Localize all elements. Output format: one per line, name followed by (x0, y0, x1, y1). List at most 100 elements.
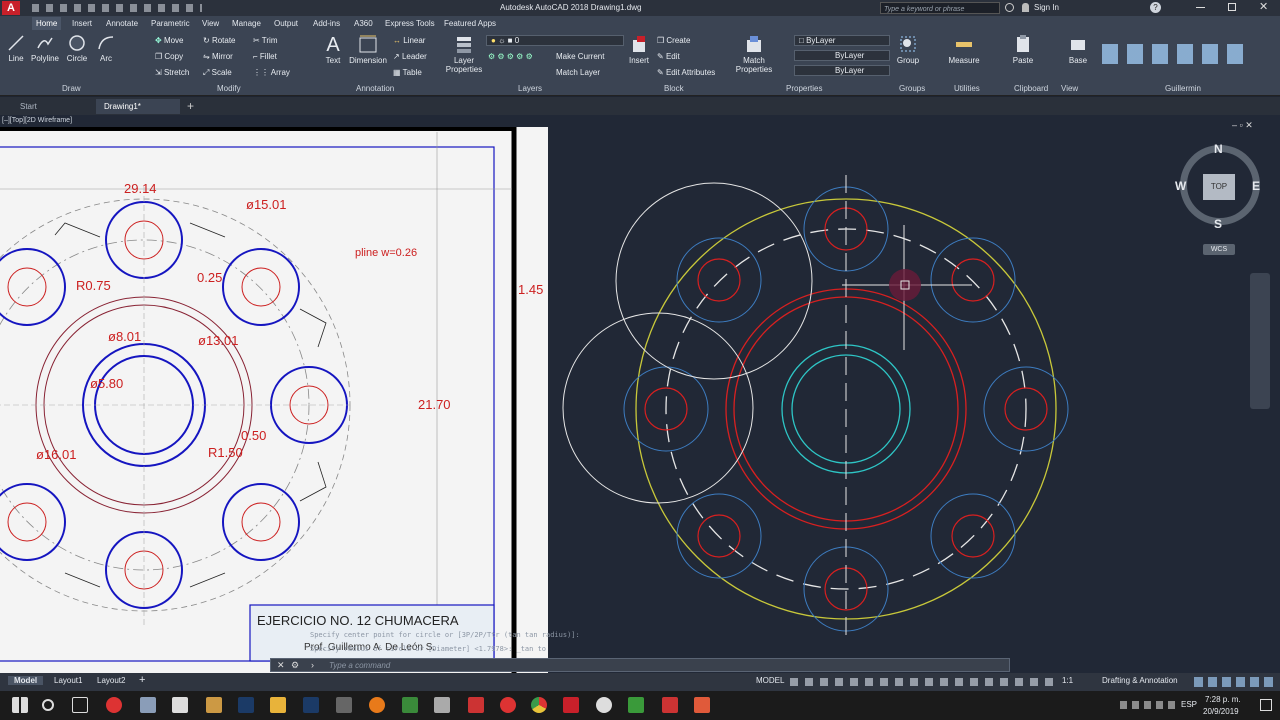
view-panel-label[interactable]: View (1061, 84, 1078, 93)
task-view-icon[interactable] (72, 697, 88, 713)
command-line[interactable]: ✕ ⚙ › Type a command (270, 658, 1010, 672)
close-command-icon[interactable]: ✕ (277, 660, 285, 671)
make-current-button[interactable]: Make Current (556, 52, 604, 61)
table-button[interactable]: ▦ Table (393, 68, 422, 77)
app-icon-11[interactable] (694, 697, 710, 713)
polyline-button[interactable]: Polyline (28, 34, 62, 63)
tab-manage[interactable]: Manage (228, 17, 265, 30)
edit-attributes-button[interactable]: ✎ Edit Attributes (657, 68, 715, 77)
group-button[interactable]: Group (896, 34, 920, 65)
base-button[interactable]: Base (1066, 34, 1090, 65)
wrench-icon[interactable]: ⚙ (291, 660, 299, 671)
drafting-tools-icons[interactable] (790, 678, 1060, 686)
app-icon-10[interactable] (596, 697, 612, 713)
clock-time[interactable]: 7:28 p. m. (1205, 695, 1241, 704)
minimize-button[interactable] (1196, 7, 1205, 8)
lineweight-dropdown[interactable]: ByLayer (794, 65, 890, 76)
paste-button[interactable]: Paste (1010, 34, 1036, 65)
windows-start-icon[interactable] (12, 697, 28, 713)
file-explorer-icon[interactable] (270, 697, 286, 713)
system-tray-icons[interactable] (1120, 701, 1180, 709)
tab-start[interactable]: Start (12, 99, 92, 114)
app-icon-1[interactable] (106, 697, 122, 713)
rotate-button[interactable]: ↻ Rotate (203, 36, 236, 45)
insert-button[interactable]: Insert (627, 34, 651, 65)
copy-button[interactable]: ❐ Copy (155, 52, 183, 61)
utilities-panel-label[interactable]: Utilities (954, 84, 980, 93)
media-icon[interactable] (336, 697, 352, 713)
app-icon-6[interactable] (402, 697, 418, 713)
new-tab-button[interactable]: + (187, 99, 194, 113)
edit-block-button[interactable]: ✎ Edit (657, 52, 680, 61)
command-input[interactable]: Type a command (329, 661, 390, 670)
photoshop-icon-2[interactable] (303, 697, 319, 713)
navigation-bar[interactable] (1250, 273, 1270, 409)
tab-drawing1[interactable]: Drawing1* (96, 99, 180, 114)
search-box[interactable]: Type a keyword or phrase (880, 2, 1000, 14)
search-icon[interactable] (1005, 3, 1014, 12)
tab-annotate[interactable]: Annotate (102, 17, 142, 30)
layer-tools-icons[interactable]: ⚙ ⚙ ⚙ ⚙ ⚙ (488, 52, 533, 61)
tab-add-ins[interactable]: Add-ins (309, 17, 344, 30)
draw-panel-label[interactable]: Draw (62, 84, 81, 93)
linetype-dropdown[interactable]: ByLayer (794, 50, 890, 61)
close-button[interactable]: ✕ (1259, 2, 1268, 13)
app-icon-9[interactable] (500, 697, 516, 713)
annotation-panel-label[interactable]: Annotation (356, 84, 394, 93)
clipboard-panel-label[interactable]: Clipboard (1014, 84, 1048, 93)
new-layout-button[interactable]: + (139, 674, 145, 686)
sign-in-link[interactable]: Sign In (1034, 3, 1059, 12)
line-button[interactable]: Line (4, 34, 28, 63)
trim-button[interactable]: ✂ Trim (253, 36, 277, 45)
user-icon[interactable] (1022, 3, 1029, 12)
color-dropdown[interactable]: □ ByLayer (794, 35, 890, 46)
layer-properties-button[interactable]: Layer Properties (444, 34, 484, 74)
wcs-menu[interactable]: WCS (1203, 244, 1235, 255)
tab-model[interactable]: Model (8, 676, 44, 685)
search-taskbar-icon[interactable] (42, 699, 54, 711)
language-indicator[interactable]: ESP (1181, 700, 1197, 709)
block-panel-label[interactable]: Block (664, 84, 684, 93)
app-icon-4[interactable] (206, 697, 222, 713)
drawing-viewport[interactable]: [–][Top][2D Wireframe] 29.14 ø15.01 R0.7… (0, 115, 1280, 673)
match-properties-button[interactable]: Match Properties (734, 34, 774, 74)
move-button[interactable]: ✥ Move (155, 36, 184, 45)
layers-panel-label[interactable]: Layers (518, 84, 542, 93)
quick-access-toolbar[interactable] (32, 4, 202, 12)
app-icon-3[interactable] (172, 697, 188, 713)
workspace-switch[interactable]: Drafting & Annotation (1102, 676, 1178, 685)
measure-button[interactable]: Measure (946, 34, 982, 65)
customization-icons[interactable] (1194, 677, 1274, 687)
create-block-button[interactable]: ❒ Create (657, 36, 690, 45)
mirror-button[interactable]: ⇋ Mirror (203, 52, 233, 61)
viewcube-south[interactable]: S (1214, 217, 1222, 231)
leader-button[interactable]: ↗ Leader (393, 52, 427, 61)
viewcube-east[interactable]: E (1252, 179, 1260, 193)
properties-panel-label[interactable]: Properties (786, 84, 822, 93)
circle-button[interactable]: Circle (64, 34, 90, 63)
guillermin-panel-label[interactable]: Guillermin (1165, 84, 1201, 93)
viewcube-north[interactable]: N (1214, 142, 1223, 156)
array-button[interactable]: ⋮⋮ Array (253, 68, 290, 77)
tab-output[interactable]: Output (270, 17, 302, 30)
linear-button[interactable]: ↔ Linear (393, 36, 425, 45)
viewcube-west[interactable]: W (1175, 179, 1186, 193)
model-space-button[interactable]: MODEL (756, 676, 784, 685)
arc-button[interactable]: Arc (94, 34, 118, 63)
tab-express-tools[interactable]: Express Tools (381, 17, 439, 30)
scale-button[interactable]: ⤢ Scale (203, 68, 232, 78)
tab-parametric[interactable]: Parametric (147, 17, 194, 30)
help-icon[interactable]: ? (1150, 2, 1161, 13)
clock-date[interactable]: 20/9/2019 (1203, 707, 1239, 716)
acrobat-icon[interactable] (662, 697, 678, 713)
tab-layout2[interactable]: Layout2 (97, 676, 125, 685)
layer-dropdown[interactable]: ● ☼ ■ 0 (486, 35, 624, 46)
groups-panel-label[interactable]: Groups (899, 84, 925, 93)
text-button[interactable]: A Text (322, 34, 344, 65)
stretch-button[interactable]: ⇲ Stretch (155, 68, 189, 77)
autocad-taskbar-icon[interactable] (563, 697, 579, 713)
app-icon-5[interactable] (369, 697, 385, 713)
match-layer-button[interactable]: Match Layer (556, 68, 600, 77)
viewcube-top-face[interactable]: TOP (1203, 174, 1235, 200)
annotation-scale[interactable]: 1:1 (1062, 676, 1073, 685)
